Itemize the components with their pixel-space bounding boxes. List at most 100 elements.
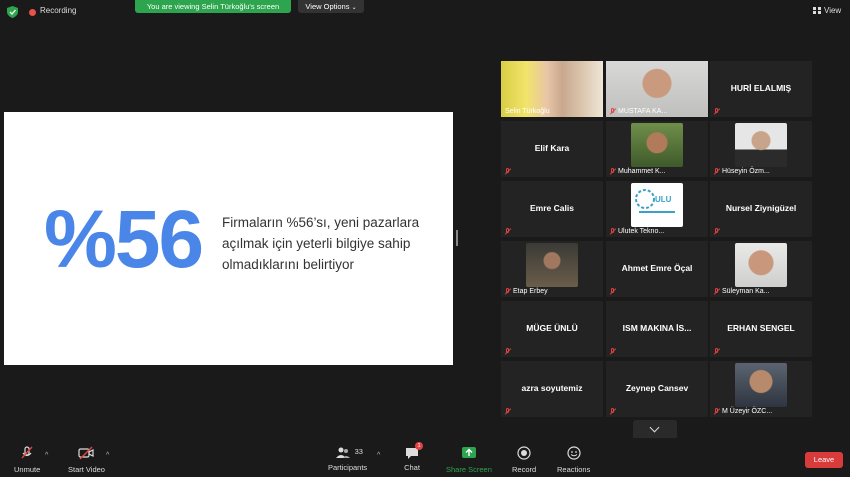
participant-mute-indicator bbox=[610, 288, 616, 295]
participant-name-center: azra soyutemiz bbox=[521, 383, 583, 393]
participant-mute-indicator bbox=[610, 348, 616, 355]
slide-text: Firmaların %56’sı, yeni pazarlara açılma… bbox=[222, 215, 420, 272]
participant-tile[interactable]: Elif Kara bbox=[501, 121, 603, 177]
slide-big-stat: %56 bbox=[44, 194, 204, 285]
participant-name-center: HURİ ELALMIŞ bbox=[730, 83, 792, 93]
reactions-button[interactable]: Reactions bbox=[557, 446, 590, 474]
participant-name-center: Ahmet Emre Öçal bbox=[621, 263, 693, 273]
participant-tile[interactable]: MÜGE ÜNLÜ bbox=[501, 301, 603, 357]
video-off-icon bbox=[78, 446, 95, 460]
muted-mic-icon bbox=[714, 408, 720, 415]
participants-icon bbox=[335, 447, 350, 458]
muted-mic-icon bbox=[505, 288, 511, 295]
participant-tile[interactable]: Muhammet K... bbox=[606, 121, 708, 177]
meeting-toolbar: Unmute ^ Start Video ^ 33 Participants ^… bbox=[0, 438, 850, 477]
participant-mute-indicator bbox=[505, 168, 511, 175]
participant-tile[interactable]: ERHAN SENGEL bbox=[710, 301, 812, 357]
muted-mic-icon bbox=[610, 168, 616, 175]
reactions-label: Reactions bbox=[557, 465, 591, 474]
muted-mic-icon bbox=[610, 348, 616, 355]
security-shield-icon[interactable] bbox=[7, 6, 18, 18]
participant-name-label: M Üzeyir ÖZC... bbox=[714, 408, 772, 415]
participant-logo-video: ULU bbox=[631, 183, 683, 227]
participant-mute-indicator bbox=[714, 108, 720, 115]
recording-icon bbox=[29, 9, 36, 16]
participant-tile[interactable]: Süleyman Ka... bbox=[710, 241, 812, 297]
participant-name-center: Emre Calis bbox=[530, 203, 574, 213]
view-label: View bbox=[824, 6, 842, 15]
muted-mic-icon bbox=[714, 108, 720, 115]
grid-icon bbox=[813, 7, 821, 14]
participant-name-center: Zeynep Cansev bbox=[625, 383, 689, 393]
participant-tile[interactable]: Hüseyin Özm... bbox=[710, 121, 812, 177]
participant-tile[interactable]: Ahmet Emre Öçal bbox=[606, 241, 708, 297]
audio-options-caret[interactable]: ^ bbox=[45, 452, 48, 459]
muted-mic-icon bbox=[610, 228, 616, 235]
start-video-label: Start Video bbox=[68, 465, 105, 474]
chat-label: Chat bbox=[404, 463, 420, 472]
participant-mute-indicator bbox=[610, 408, 616, 415]
participant-name-label: Hüseyin Özm... bbox=[714, 168, 770, 175]
participant-tile[interactable]: Zeynep Cansev bbox=[606, 361, 708, 417]
participant-mute-indicator bbox=[505, 408, 511, 415]
participant-name-center: ERHAN SENGEL bbox=[727, 323, 795, 333]
participants-label: Participants bbox=[328, 463, 368, 472]
view-layout-button[interactable]: View bbox=[813, 6, 841, 15]
share-screen-label: Share Screen bbox=[446, 465, 492, 474]
muted-mic-icon bbox=[505, 168, 511, 175]
participant-tile[interactable]: Etap Erbey bbox=[501, 241, 603, 297]
start-video-button[interactable]: Start Video bbox=[68, 446, 105, 474]
participants-button[interactable]: 33 Participants bbox=[328, 446, 367, 472]
chat-button[interactable]: 1 Chat bbox=[404, 442, 423, 472]
participant-tile[interactable]: ULU Ulutek Tekno... bbox=[606, 181, 708, 237]
split-resize-handle[interactable] bbox=[456, 230, 458, 246]
share-screen-button[interactable]: Share Screen bbox=[446, 446, 492, 474]
participant-name-center: Nursel Ziynigüzel bbox=[725, 203, 797, 213]
viewing-screen-banner: You are viewing Selin Türkoğlu's screen bbox=[135, 0, 291, 13]
participant-tile[interactable]: M Üzeyir ÖZC... bbox=[710, 361, 812, 417]
record-button[interactable]: Record bbox=[512, 446, 536, 474]
muted-mic-icon bbox=[610, 408, 616, 415]
recording-label: Recording bbox=[40, 6, 77, 15]
participants-options-caret[interactable]: ^ bbox=[377, 452, 380, 459]
chevron-down-icon: ⌄ bbox=[351, 5, 357, 11]
participant-tile[interactable]: MUSTAFA KA... bbox=[606, 61, 708, 117]
participant-tile[interactable]: ISM MAKINA İS... bbox=[606, 301, 708, 357]
participant-tile[interactable]: Emre Calis bbox=[501, 181, 603, 237]
participant-tile[interactable]: Selin Türkoğlu bbox=[501, 61, 603, 117]
muted-mic-icon bbox=[505, 348, 511, 355]
participant-name-label: Muhammet K... bbox=[610, 168, 665, 175]
chevron-down-icon bbox=[649, 422, 660, 433]
muted-mic-icon bbox=[610, 288, 616, 295]
record-label: Record bbox=[512, 465, 537, 474]
participant-tile[interactable]: azra soyutemiz bbox=[501, 361, 603, 417]
participant-name-center: MÜGE ÜNLÜ bbox=[526, 323, 578, 333]
participant-mute-indicator bbox=[714, 348, 720, 355]
reactions-icon bbox=[567, 446, 581, 460]
unmute-button[interactable]: Unmute bbox=[14, 446, 40, 474]
video-options-caret[interactable]: ^ bbox=[106, 452, 109, 459]
muted-mic-icon bbox=[505, 228, 511, 235]
muted-mic-icon bbox=[505, 408, 511, 415]
muted-mic-icon bbox=[714, 288, 720, 295]
muted-mic-icon bbox=[714, 228, 720, 235]
participant-mute-indicator bbox=[505, 228, 511, 235]
participant-mute-indicator bbox=[505, 348, 511, 355]
participant-tile[interactable]: HURİ ELALMIŞ bbox=[710, 61, 812, 117]
leave-button[interactable]: Leave bbox=[805, 452, 843, 468]
view-options-button[interactable]: View Options ⌄ bbox=[298, 0, 364, 13]
participant-name-label: Selin Türkoğlu bbox=[505, 108, 550, 115]
share-screen-icon bbox=[461, 447, 476, 458]
svg-text:ULU: ULU bbox=[655, 195, 672, 204]
participants-icon-group: 33 bbox=[331, 446, 365, 460]
participant-name-center: Elif Kara bbox=[534, 143, 570, 153]
participant-tile[interactable]: Nursel Ziynigüzel bbox=[710, 181, 812, 237]
unmute-label: Unmute bbox=[14, 465, 41, 474]
participant-video bbox=[735, 123, 787, 167]
participant-video bbox=[735, 363, 787, 407]
muted-mic-icon bbox=[610, 108, 616, 115]
chat-icon-group: 1 bbox=[404, 442, 423, 460]
participants-count: 33 bbox=[354, 447, 363, 456]
gallery-next-page-button[interactable] bbox=[633, 420, 677, 440]
muted-mic-icon bbox=[714, 168, 720, 175]
